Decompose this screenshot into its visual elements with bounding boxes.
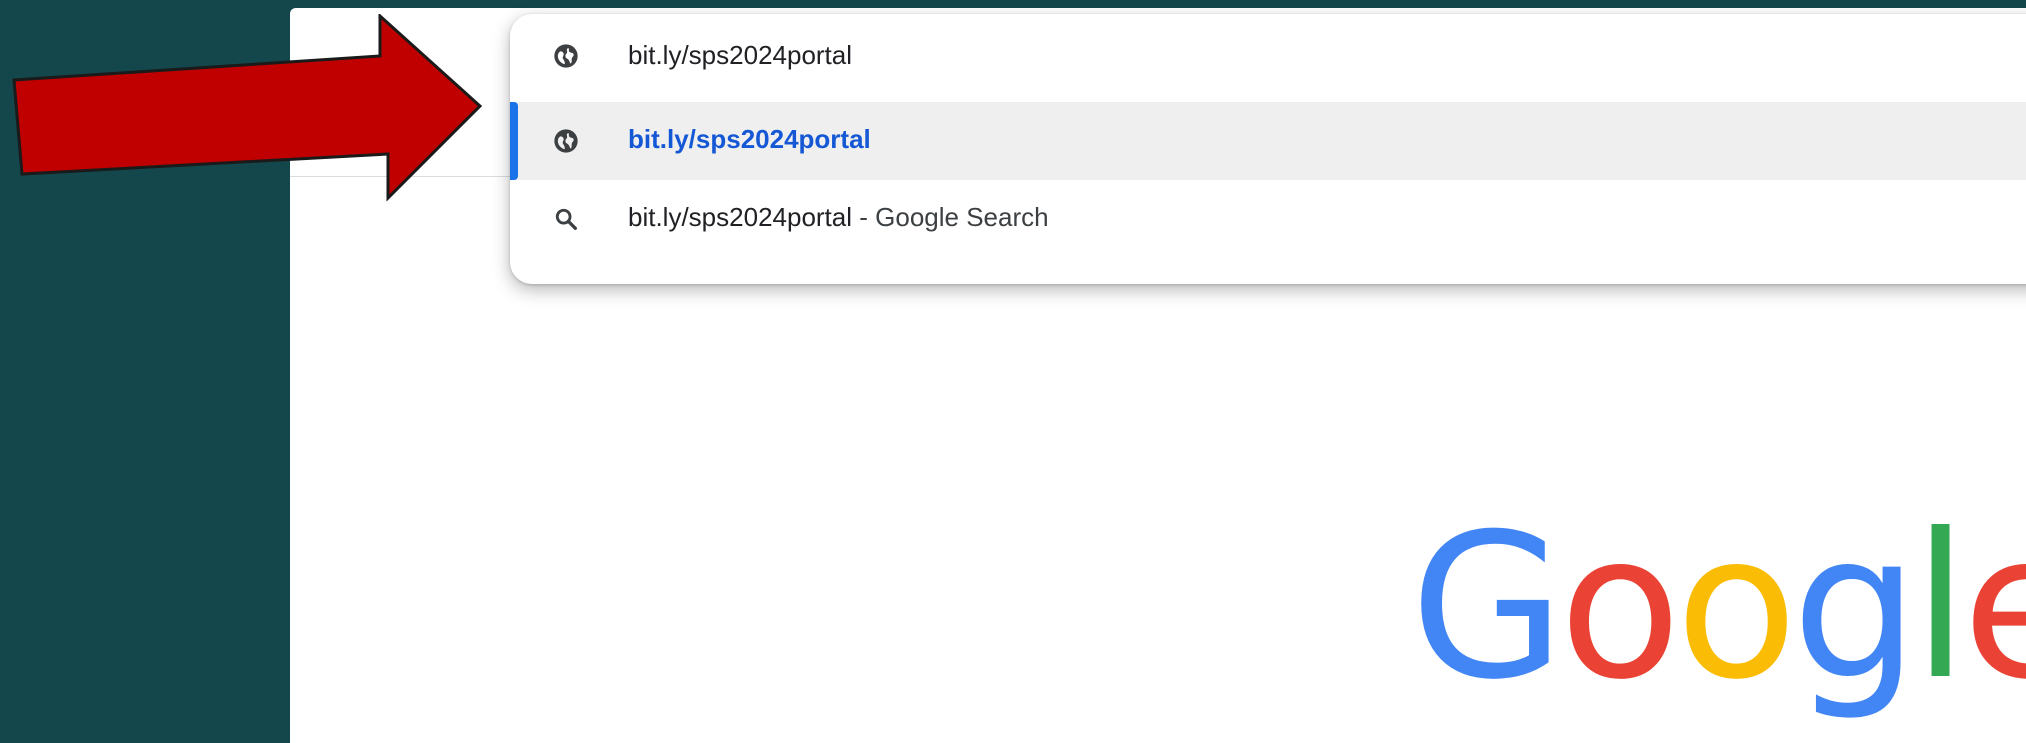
selection-indicator (510, 102, 518, 180)
logo-letter: o (1558, 491, 1681, 724)
omnibox-input[interactable]: bit.ly/sps2024portal (628, 40, 852, 71)
globe-icon (554, 44, 578, 68)
logo-letter: G (1410, 491, 1565, 724)
logo-letter: g (1791, 491, 1919, 724)
omnibox-dropdown: bit.ly/sps2024portal bit.ly/sps2024porta… (510, 14, 2026, 284)
google-logo: Google (1410, 508, 2026, 708)
red-arrow-annotation (12, 14, 483, 202)
suggestion-search-text: bit.ly/sps2024portal - Google Search (628, 202, 1049, 233)
search-suffix: - Google Search (852, 202, 1049, 232)
suggestion-url-text: bit.ly/sps2024portal (628, 124, 871, 154)
logo-letter: o (1675, 491, 1797, 724)
suggestion-url[interactable]: bit.ly/sps2024portal (510, 102, 2026, 180)
suggestion-search[interactable]: bit.ly/sps2024portal - Google Search (510, 180, 2026, 258)
logo-letter: l (1912, 491, 1969, 724)
logo-letter: e (1962, 491, 2026, 724)
search-icon (555, 208, 577, 230)
omnibox-input-row[interactable]: bit.ly/sps2024portal (510, 14, 2026, 100)
search-query: bit.ly/sps2024portal (628, 202, 853, 232)
globe-icon (554, 129, 578, 153)
